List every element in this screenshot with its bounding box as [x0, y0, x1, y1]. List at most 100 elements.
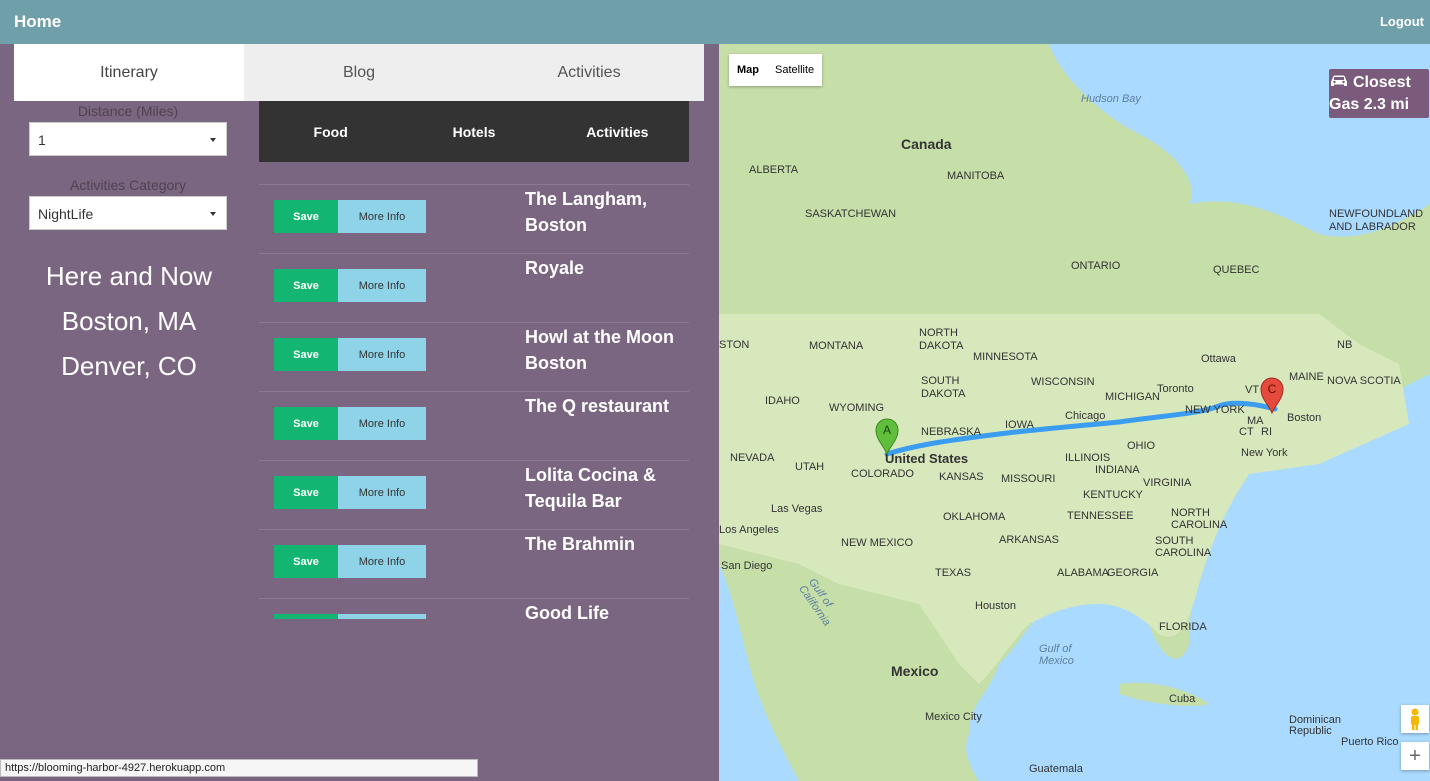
map-label: GEORGIA: [1107, 567, 1159, 579]
map-label: Gulf of Mexico: [1039, 643, 1074, 667]
map-label: Canada: [901, 136, 952, 152]
tab-itinerary[interactable]: Itinerary: [14, 44, 244, 101]
result-row: Save More Info The Q restaurant: [259, 391, 689, 460]
map-label: NEW MEXICO: [841, 537, 914, 549]
map-label: VT: [1245, 384, 1260, 396]
map-label: Toronto: [1157, 383, 1194, 395]
category-value: NightLife: [38, 206, 94, 222]
results-list[interactable]: Save More Info The Langham, Boston Save …: [259, 184, 689, 619]
map-label: Las Vegas: [771, 503, 823, 515]
tab-blog[interactable]: Blog: [244, 44, 474, 101]
map-label: STON: [719, 339, 750, 351]
map-label: MINNESOTA: [973, 351, 1038, 363]
map-type-map[interactable]: Map: [729, 54, 767, 86]
map-label: Hudson Bay: [1081, 93, 1141, 105]
category-subnav: Food Hotels Activities: [259, 101, 689, 162]
map-label: NEW YORK: [1185, 404, 1245, 416]
more-info-button[interactable]: More Info: [338, 338, 426, 371]
more-info-button[interactable]: More Info: [338, 269, 426, 302]
save-button[interactable]: Save: [274, 200, 338, 233]
save-button[interactable]: Save: [274, 407, 338, 440]
logout-link[interactable]: Logout: [1380, 14, 1424, 29]
result-row: Save More Info The Brahmin: [259, 529, 689, 598]
map-label: KANSAS: [939, 471, 984, 483]
map-label: Ottawa: [1201, 353, 1236, 365]
result-name: Howl at the Moon Boston: [525, 327, 674, 373]
map-label: NEWFOUNDLAND AND LABRADOR: [1329, 208, 1424, 233]
map-label: QUEBEC: [1213, 264, 1260, 276]
pegman-icon: [1411, 708, 1419, 730]
distance-value: 1: [38, 132, 46, 148]
map-label: NORTH CAROLINA: [1171, 507, 1228, 531]
save-button[interactable]: Save: [274, 269, 338, 302]
map-label: Chicago: [1065, 410, 1106, 422]
result-name: The Langham, Boston: [525, 189, 648, 235]
distance-select[interactable]: 1: [29, 122, 227, 156]
map-type-toggle: Map Satellite: [729, 54, 823, 86]
car-icon: [1331, 75, 1347, 86]
map-label: RI: [1261, 426, 1272, 438]
map-label: IOWA: [1005, 419, 1034, 431]
more-info-button[interactable]: More Info: [338, 476, 426, 509]
result-row: Save More Info Lolita Cocina & Tequila B…: [259, 460, 689, 529]
map-label: IDAHO: [765, 395, 800, 407]
map-label: New York: [1241, 447, 1288, 459]
map-label: NOVA SCOTIA: [1327, 375, 1401, 387]
map-label: NORTH DAKOTA: [919, 327, 964, 352]
map-label: TEXAS: [935, 567, 972, 579]
save-button[interactable]: Save: [274, 338, 338, 371]
map-label: MAINE: [1289, 371, 1324, 383]
category-label: Activities Category: [70, 177, 186, 193]
map-label: Cuba: [1169, 693, 1196, 705]
map-label: NB: [1337, 339, 1353, 351]
result-row: Save More Info Howl at the Moon Boston: [259, 322, 689, 391]
subtab-activities[interactable]: Activities: [546, 101, 689, 162]
tab-activities[interactable]: Activities: [474, 44, 704, 101]
save-button[interactable]: Save: [274, 476, 338, 509]
map-label: NEBRASKA: [921, 426, 981, 438]
more-info-button[interactable]: More Info: [338, 407, 426, 440]
save-button[interactable]: Save: [274, 545, 338, 578]
map-label: OHIO: [1127, 440, 1156, 452]
map-label: WYOMING: [829, 402, 884, 414]
map-label: SOUTH DAKOTA: [921, 375, 966, 400]
map-label: FLORIDA: [1159, 621, 1207, 633]
result-row: Save More Info The Langham, Boston: [259, 184, 689, 253]
more-info-button[interactable]: More Info: [338, 200, 426, 233]
distance-label: Distance (Miles): [77, 103, 179, 119]
pegman-button[interactable]: [1401, 705, 1429, 733]
more-info-button[interactable]: More Info: [338, 614, 426, 619]
map-label: Mexico: [891, 663, 939, 679]
home-link[interactable]: Home: [14, 12, 61, 32]
map-type-satellite[interactable]: Satellite: [767, 54, 822, 86]
place-item: Denver, CO: [61, 351, 197, 381]
subtab-hotels[interactable]: Hotels: [402, 101, 545, 162]
caribbean-islands: [1119, 682, 1209, 706]
more-info-button[interactable]: More Info: [338, 545, 426, 578]
gas-line-1: Closest: [1353, 74, 1411, 91]
map-label: TENNESSEE: [1067, 510, 1134, 522]
result-name: Royale: [525, 258, 585, 278]
save-button[interactable]: Save: [274, 614, 338, 619]
map-label: COLORADO: [851, 468, 914, 480]
result-row: Save More Info Royale: [259, 253, 689, 322]
result-name: Good Life: [525, 603, 609, 619]
gas-line-2: Gas 2.3 mi: [1329, 96, 1410, 113]
subtab-food[interactable]: Food: [259, 101, 402, 162]
map-label: United States: [885, 451, 969, 466]
map-label: NEVADA: [730, 452, 775, 464]
result-name: Lolita Cocina & Tequila Bar: [525, 465, 657, 511]
category-select[interactable]: NightLife: [29, 196, 227, 230]
zoom-in-button[interactable]: +: [1401, 742, 1429, 770]
map-label: WISCONSIN: [1031, 376, 1095, 388]
top-navbar: Home Logout: [0, 0, 1430, 44]
result-name: The Q restaurant: [525, 396, 670, 416]
marker-c-label: C: [1268, 382, 1277, 396]
marker-a-label: A: [883, 423, 891, 437]
map-label: INDIANA: [1095, 464, 1140, 476]
route-map[interactable]: A C Hudson Bay Canada ALBERTA MANITOBA S…: [719, 44, 1430, 781]
map-label: MICHIGAN: [1105, 391, 1160, 403]
closest-gas-badge[interactable]: Closest Gas 2.3 mi: [1329, 69, 1429, 118]
map-label: KENTUCKY: [1083, 489, 1143, 501]
map-label: Puerto Rico: [1341, 736, 1399, 748]
